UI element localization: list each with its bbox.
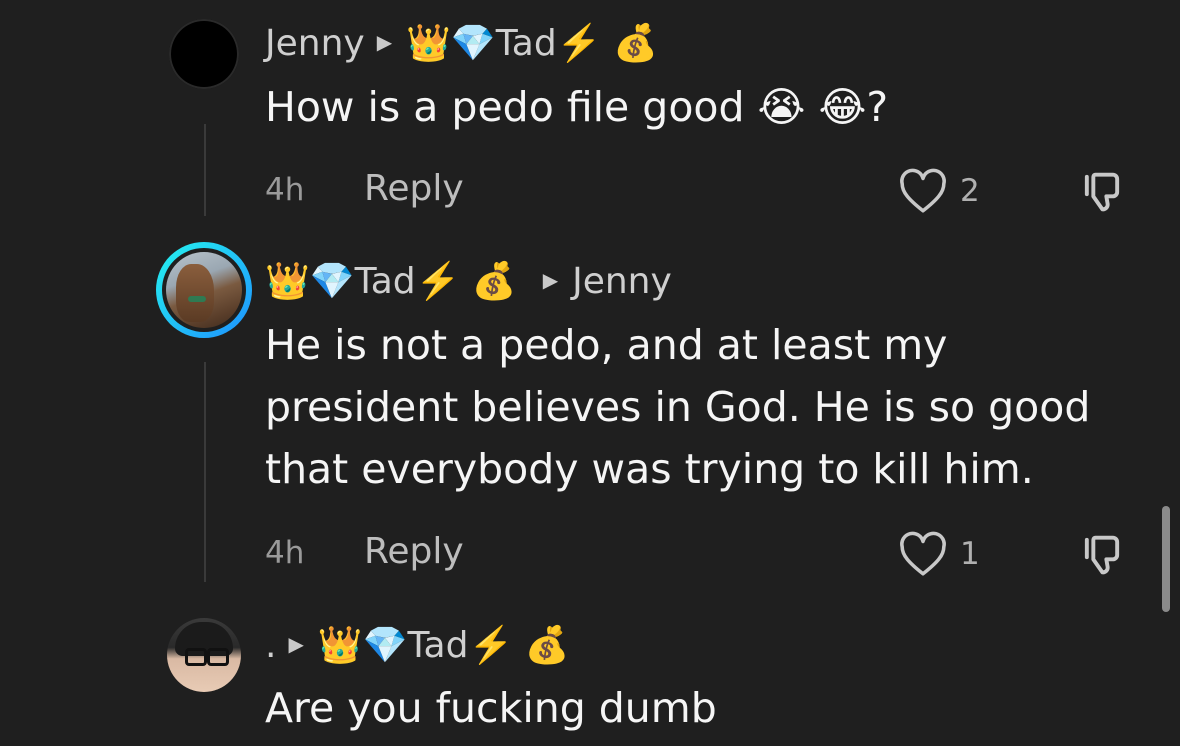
dislike-button[interactable] xyxy=(1076,168,1128,220)
crown-gem-emoji: 👑💎 xyxy=(265,261,355,302)
heart-outline-icon xyxy=(900,168,946,213)
like-count: 1 xyxy=(960,536,980,572)
username[interactable]: Jenny xyxy=(265,23,365,64)
crown-gem-emoji: 👑💎 xyxy=(317,625,408,666)
timestamp: 4h xyxy=(265,172,305,208)
comment-text: Are you fucking dumb xyxy=(265,677,717,739)
comment-line: president believes in God. He is so good xyxy=(265,383,1091,431)
thumbs-down-icon xyxy=(1084,172,1120,212)
thumbs-down-icon xyxy=(1084,535,1120,575)
comment-thread: Jenny ▶ 👑💎 Tad ⚡️ 💰 How is a pedo file g… xyxy=(0,0,1180,746)
comment-line: How is a pedo file good 😭 😂? xyxy=(265,83,889,131)
heart-outline-icon xyxy=(900,531,946,576)
like-button[interactable]: 1 xyxy=(898,531,980,577)
reply-to-username[interactable]: Tad xyxy=(496,23,557,64)
like-count: 2 xyxy=(960,173,980,209)
comment-text: He is not a pedo, and at least my presid… xyxy=(265,314,1090,500)
triangle-right-icon: ▶ xyxy=(542,268,559,292)
crown-gem-emoji: 👑💎 xyxy=(406,23,496,64)
comment-text: How is a pedo file good 😭 😂? xyxy=(265,76,888,138)
triangle-right-icon: ▶ xyxy=(376,30,393,54)
avatar-tad[interactable] xyxy=(156,242,252,338)
thread-line xyxy=(204,124,206,216)
comment-header: 👑💎 Tad ⚡️ 💰 ▶ Jenny xyxy=(265,256,672,306)
comment-line: He is not a pedo, and at least my xyxy=(265,321,948,369)
like-button[interactable]: 2 xyxy=(898,168,980,214)
comment-header: . ▶ 👑💎 Tad ⚡️ 💰 xyxy=(265,620,570,670)
username[interactable]: . xyxy=(265,625,276,666)
reply-to-username[interactable]: Jenny xyxy=(572,261,672,302)
comment-line: Are you fucking dumb xyxy=(265,684,717,732)
reply-button[interactable]: Reply xyxy=(364,531,464,572)
triangle-right-icon: ▶ xyxy=(288,632,304,656)
timestamp: 4h xyxy=(265,535,305,571)
thread-line xyxy=(204,362,206,582)
avatar-image xyxy=(162,248,246,332)
comment-header: Jenny ▶ 👑💎 Tad ⚡️ 💰 xyxy=(265,18,658,68)
dislike-button[interactable] xyxy=(1076,531,1128,583)
username[interactable]: Tad xyxy=(355,261,416,302)
reply-button[interactable]: Reply xyxy=(364,168,464,209)
bolt-moneybag-emoji: ⚡️ 💰 xyxy=(556,23,658,64)
comment-line: that everybody was trying to kill him. xyxy=(265,445,1034,493)
avatar-dot-user[interactable] xyxy=(167,618,241,692)
bolt-moneybag-emoji: ⚡️ 💰 xyxy=(468,625,570,666)
avatar-jenny[interactable] xyxy=(169,19,239,89)
scrollbar-thumb[interactable] xyxy=(1162,506,1170,612)
reply-to-username[interactable]: Tad xyxy=(408,625,469,666)
bolt-moneybag-emoji: ⚡️ 💰 xyxy=(415,261,517,302)
